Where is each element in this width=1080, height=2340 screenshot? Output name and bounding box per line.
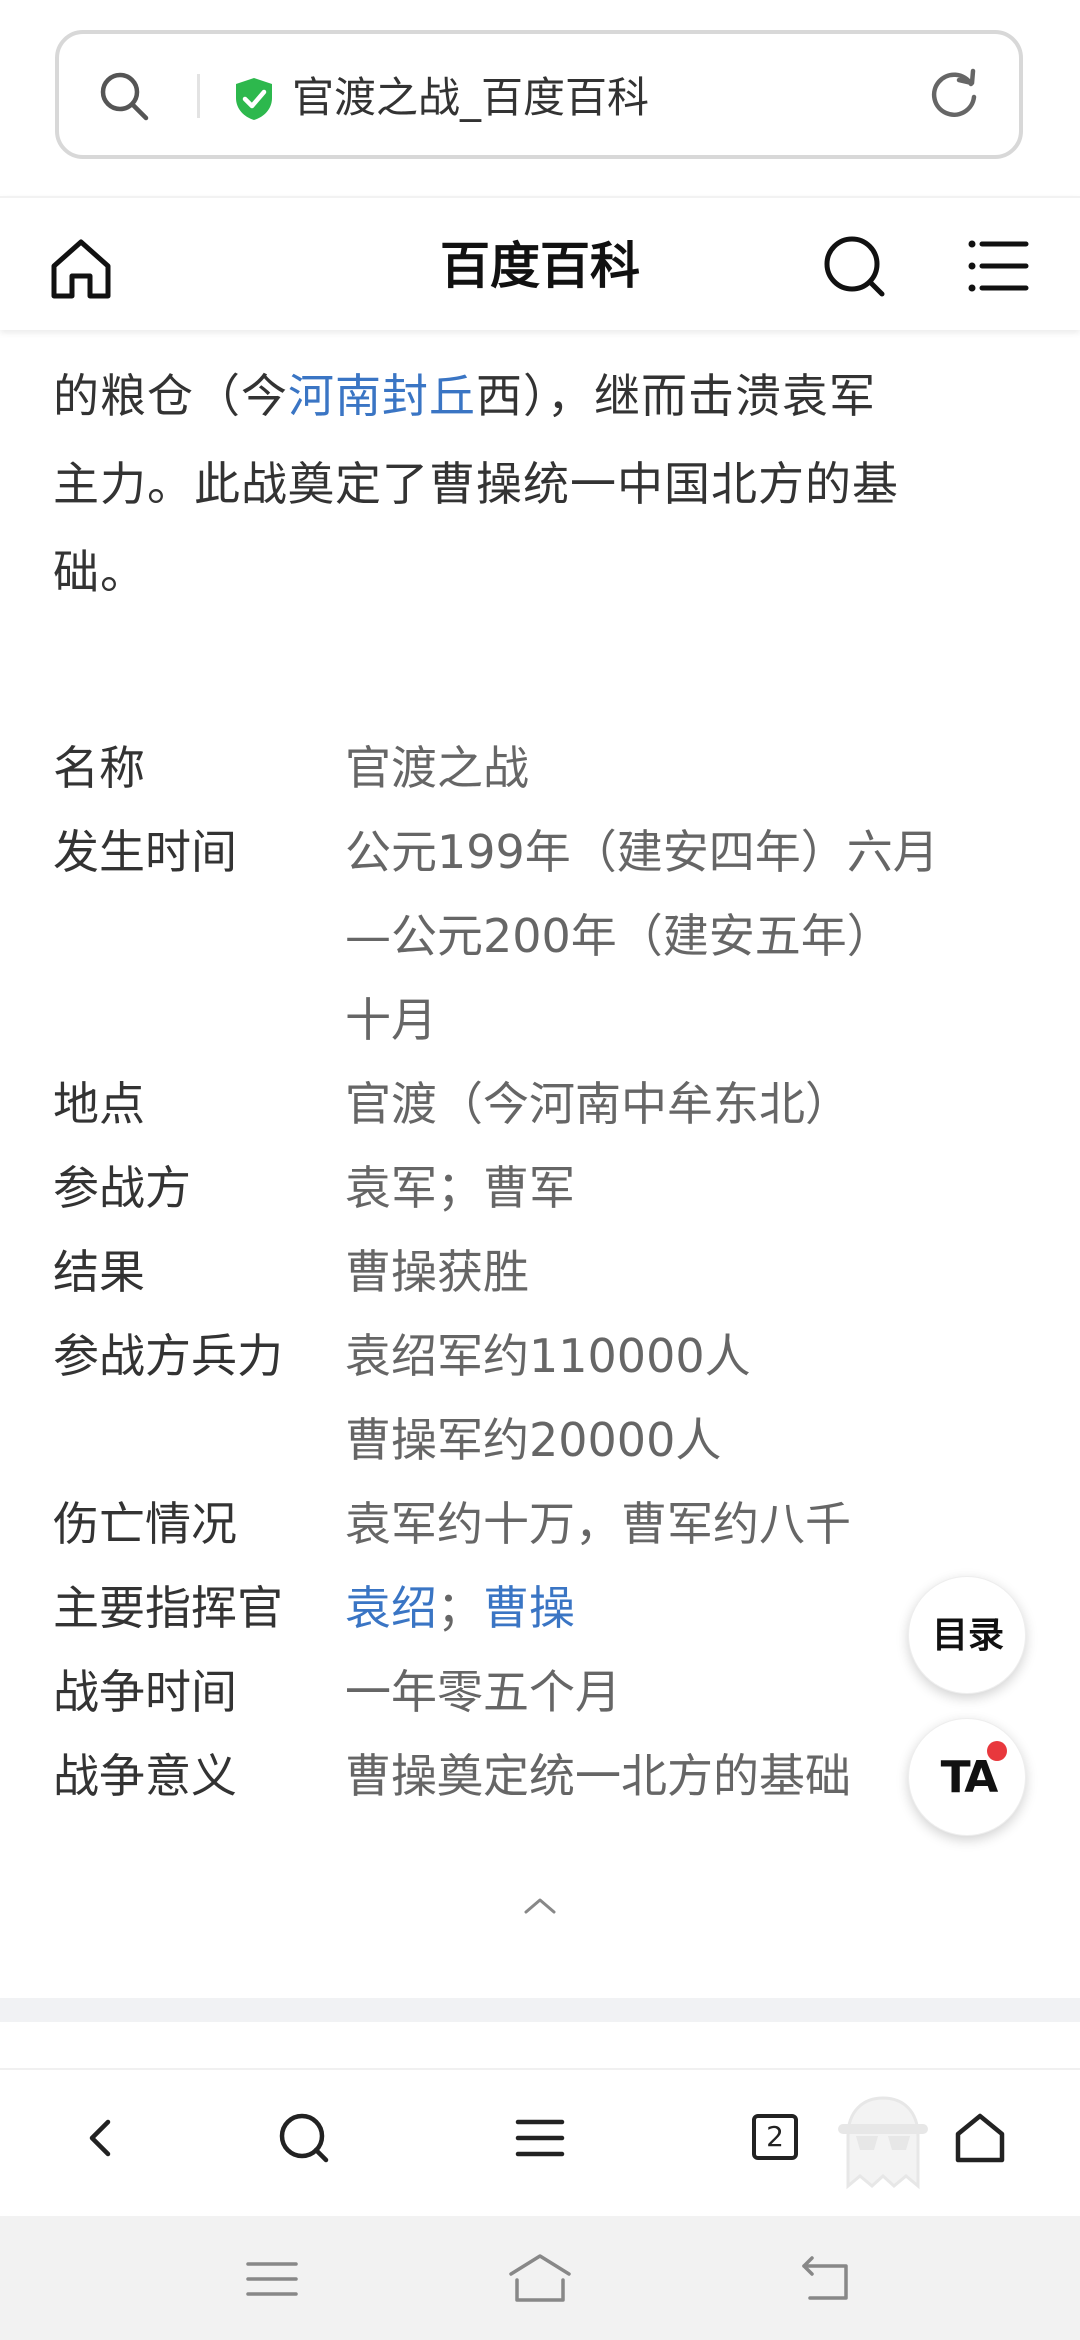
info-value-line: 官渡（今河南中牟东北）	[345, 1077, 851, 1131]
info-value-result: 曹操获胜	[345, 1230, 1035, 1314]
info-value-name: 官渡之战	[345, 726, 1035, 810]
ta-label: TA	[940, 1752, 999, 1803]
info-value-line: 袁军约十万，曹军约八千	[345, 1497, 851, 1551]
intro-text: 的粮仓（今	[53, 369, 288, 423]
recent-apps-icon[interactable]	[242, 2254, 302, 2304]
search-icon[interactable]	[96, 68, 152, 124]
info-label-duration: 战争时间	[53, 1665, 237, 1719]
info-label-strength: 参战方兵力	[53, 1329, 283, 1383]
address-divider	[197, 74, 200, 118]
info-value-time: 公元199年（建安四年）六月 —公元200年（建安五年） 十月	[345, 810, 1035, 1062]
info-value-line: 曹操获胜	[345, 1245, 529, 1299]
info-label-casualties: 伤亡情况	[53, 1497, 237, 1551]
tab-count-button[interactable]: 2	[752, 2114, 798, 2160]
info-value-location: 官渡（今河南中牟东北）	[345, 1062, 1035, 1146]
toc-button[interactable]: 目录	[908, 1576, 1026, 1694]
system-back-icon[interactable]	[796, 2252, 856, 2306]
menu-icon[interactable]	[508, 2106, 572, 2170]
link-henan-fengqiu[interactable]: 河南封丘	[288, 369, 476, 423]
info-value-line: 十月	[345, 993, 437, 1047]
info-value-line: 公元199年（建安四年）六月	[345, 825, 939, 879]
info-value-line: 曹操军约20000人	[345, 1413, 722, 1467]
link-cao-cao[interactable]: 曹操	[483, 1581, 575, 1635]
info-value-casualties: 袁军约十万，曹军约八千	[345, 1482, 1035, 1566]
info-label-commanders: 主要指挥官	[53, 1581, 283, 1635]
search-icon[interactable]	[820, 232, 888, 300]
site-title[interactable]: 百度百科	[390, 226, 690, 306]
secure-shield-icon	[236, 78, 272, 120]
info-label-significance: 战争意义	[53, 1749, 237, 1803]
info-label-belligerents: 参战方	[53, 1161, 191, 1215]
info-value-line: 袁绍军约110000人	[345, 1329, 751, 1383]
intro-text: 西），继而击溃袁军	[476, 369, 876, 423]
info-value-line: 官渡之战	[345, 741, 529, 795]
intro-line	[53, 330, 1033, 352]
info-label-result: 结果	[53, 1245, 145, 1299]
info-label-name: 名称	[53, 741, 145, 795]
intro-line: 础。	[53, 545, 147, 599]
back-icon[interactable]	[70, 2106, 134, 2170]
reload-icon[interactable]	[925, 66, 983, 124]
home-icon[interactable]	[46, 234, 116, 304]
link-yuan-shao[interactable]: 袁绍	[345, 1581, 437, 1635]
intro-line: 主力。此战奠定了曹操统一中国北方的基	[53, 457, 899, 511]
toc-label: 目录	[931, 1615, 1004, 1656]
collapse-chevron-up-icon[interactable]	[520, 1890, 560, 1920]
info-value-line: 袁军；曹军	[345, 1161, 575, 1215]
search-icon[interactable]	[272, 2106, 336, 2170]
incognito-ghost-icon	[838, 2096, 928, 2190]
home-page-icon[interactable]	[948, 2106, 1012, 2170]
intro-paragraph: 的粮仓（今河南封丘西），继而击溃袁军 主力。此战奠定了曹操统一中国北方的基 础。	[53, 330, 1033, 616]
info-value-strength: 袁绍军约110000人 曹操军约20000人	[345, 1314, 1035, 1482]
intro-line: 的粮仓（今河南封丘西），继而击溃袁军	[53, 352, 1033, 440]
system-home-icon[interactable]	[505, 2250, 575, 2306]
info-label-time: 发生时间	[53, 825, 237, 879]
separator: ；	[437, 1581, 483, 1635]
site-header: 百度百科	[0, 196, 1080, 330]
info-value-line: —公元200年（建安五年）	[345, 909, 893, 963]
section-divider	[0, 1998, 1080, 2022]
url-text[interactable]: 官渡之战_百度百科	[292, 68, 649, 128]
ta-button[interactable]: TA	[908, 1718, 1026, 1836]
info-label-location: 地点	[53, 1077, 145, 1131]
info-value-belligerents: 袁军；曹军	[345, 1146, 1035, 1230]
menu-list-icon[interactable]	[964, 232, 1032, 300]
notification-dot	[987, 1741, 1007, 1761]
